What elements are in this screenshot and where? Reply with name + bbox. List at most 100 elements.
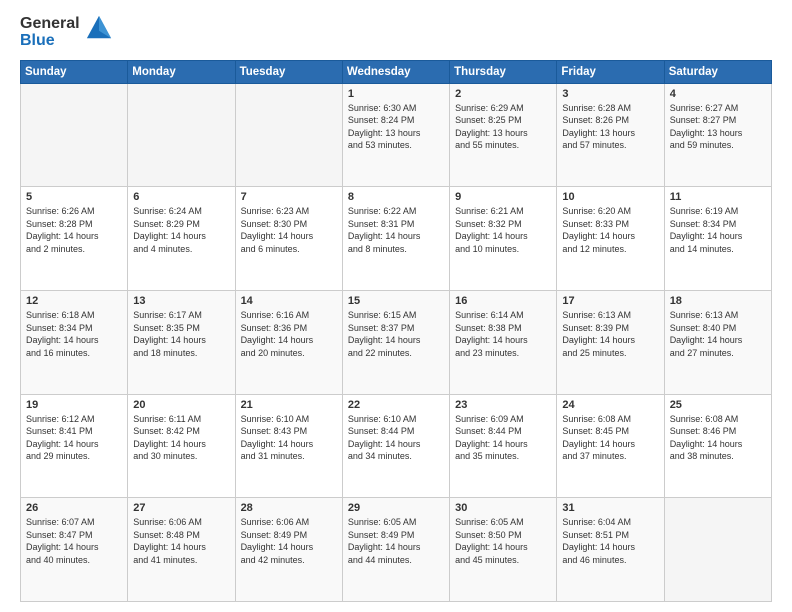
day-number: 12 (26, 295, 122, 307)
calendar-cell: 29 Sunrise: 6:05 AM Sunset: 8:49 PM Dayli… (342, 498, 449, 602)
calendar-cell: 24 Sunrise: 6:08 AM Sunset: 8:45 PM Dayli… (557, 394, 664, 498)
day-number: 2 (455, 88, 551, 100)
calendar-cell (235, 83, 342, 187)
day-number: 26 (26, 502, 122, 514)
calendar-cell (664, 498, 771, 602)
cell-info: Sunrise: 6:23 AM Sunset: 8:30 PM Dayligh… (241, 205, 337, 255)
day-number: 16 (455, 295, 551, 307)
calendar-cell: 28Sunrise: 6:06 AM Sunset: 8:49 PM Dayli… (235, 498, 342, 602)
day-number: 4 (670, 88, 766, 100)
day-number: 19 (26, 399, 122, 411)
day-number: 17 (562, 295, 658, 307)
cell-info: Sunrise: 6:10 AM Sunset: 8:43 PM Dayligh… (241, 413, 337, 463)
calendar-cell: 9Sunrise: 6:21 AM Sunset: 8:32 PM Daylig… (450, 187, 557, 291)
day-number: 23 (455, 399, 551, 411)
day-header-thursday: Thursday (450, 60, 557, 83)
calendar-cell: 3 Sunrise: 6:28 AM Sunset: 8:26 PM Daylig… (557, 83, 664, 187)
calendar-cell: 7 Sunrise: 6:23 AM Sunset: 8:30 PM Daylig… (235, 187, 342, 291)
calendar-week-3: 12 Sunrise: 6:18 AM Sunset: 8:34 PM Dayli… (21, 290, 772, 394)
day-number: 22 (348, 399, 444, 411)
calendar-cell: 25Sunrise: 6:08 AM Sunset: 8:46 PM Dayli… (664, 394, 771, 498)
day-number: 13 (133, 295, 229, 307)
cell-info: Sunrise: 6:10 AM Sunset: 8:44 PM Dayligh… (348, 413, 444, 463)
calendar-cell: 5Sunrise: 6:26 AM Sunset: 8:28 PM Daylig… (21, 187, 128, 291)
day-number: 20 (133, 399, 229, 411)
day-header-wednesday: Wednesday (342, 60, 449, 83)
calendar-cell: 27 Sunrise: 6:06 AM Sunset: 8:48 PM Dayli… (128, 498, 235, 602)
calendar-cell (21, 83, 128, 187)
calendar-cell: 11Sunrise: 6:19 AM Sunset: 8:34 PM Dayli… (664, 187, 771, 291)
cell-info: Sunrise: 6:14 AM Sunset: 8:38 PM Dayligh… (455, 309, 551, 359)
day-number: 11 (670, 191, 766, 203)
cell-info: Sunrise: 6:16 AM Sunset: 8:36 PM Dayligh… (241, 309, 337, 359)
calendar-cell: 23 Sunrise: 6:09 AM Sunset: 8:44 PM Dayli… (450, 394, 557, 498)
day-number: 30 (455, 502, 551, 514)
day-header-monday: Monday (128, 60, 235, 83)
header: General Blue (20, 16, 772, 50)
cell-info: Sunrise: 6:27 AM Sunset: 8:27 PM Dayligh… (670, 102, 766, 152)
day-header-friday: Friday (557, 60, 664, 83)
cell-info: Sunrise: 6:11 AM Sunset: 8:42 PM Dayligh… (133, 413, 229, 463)
day-number: 14 (241, 295, 337, 307)
calendar-cell: 26 Sunrise: 6:07 AM Sunset: 8:47 PM Dayli… (21, 498, 128, 602)
cell-info: Sunrise: 6:13 AM Sunset: 8:39 PM Dayligh… (562, 309, 658, 359)
cell-info: Sunrise: 6:30 AM Sunset: 8:24 PM Dayligh… (348, 102, 444, 152)
calendar-cell: 2 Sunrise: 6:29 AM Sunset: 8:25 PM Daylig… (450, 83, 557, 187)
calendar-cell: 10 Sunrise: 6:20 AM Sunset: 8:33 PM Dayli… (557, 187, 664, 291)
day-number: 6 (133, 191, 229, 203)
cell-info: Sunrise: 6:20 AM Sunset: 8:33 PM Dayligh… (562, 205, 658, 255)
calendar-cell: 31 Sunrise: 6:04 AM Sunset: 8:51 PM Dayli… (557, 498, 664, 602)
calendar-cell: 19 Sunrise: 6:12 AM Sunset: 8:41 PM Dayli… (21, 394, 128, 498)
day-number: 10 (562, 191, 658, 203)
calendar-cell: 30Sunrise: 6:05 AM Sunset: 8:50 PM Dayli… (450, 498, 557, 602)
day-number: 1 (348, 88, 444, 100)
day-number: 28 (241, 502, 337, 514)
calendar-cell (128, 83, 235, 187)
day-number: 31 (562, 502, 658, 514)
day-number: 8 (348, 191, 444, 203)
cell-info: Sunrise: 6:06 AM Sunset: 8:48 PM Dayligh… (133, 516, 229, 566)
cell-info: Sunrise: 6:13 AM Sunset: 8:40 PM Dayligh… (670, 309, 766, 359)
cell-info: Sunrise: 6:04 AM Sunset: 8:51 PM Dayligh… (562, 516, 658, 566)
day-number: 21 (241, 399, 337, 411)
calendar-table: SundayMondayTuesdayWednesdayThursdayFrid… (20, 60, 772, 602)
cell-info: Sunrise: 6:17 AM Sunset: 8:35 PM Dayligh… (133, 309, 229, 359)
cell-info: Sunrise: 6:18 AM Sunset: 8:34 PM Dayligh… (26, 309, 122, 359)
calendar-cell: 14 Sunrise: 6:16 AM Sunset: 8:36 PM Dayli… (235, 290, 342, 394)
day-number: 5 (26, 191, 122, 203)
cell-info: Sunrise: 6:08 AM Sunset: 8:45 PM Dayligh… (562, 413, 658, 463)
day-number: 7 (241, 191, 337, 203)
day-number: 25 (670, 399, 766, 411)
calendar-cell: 8 Sunrise: 6:22 AM Sunset: 8:31 PM Daylig… (342, 187, 449, 291)
cell-info: Sunrise: 6:22 AM Sunset: 8:31 PM Dayligh… (348, 205, 444, 255)
day-number: 27 (133, 502, 229, 514)
day-header-sunday: Sunday (21, 60, 128, 83)
day-header-saturday: Saturday (664, 60, 771, 83)
calendar-week-1: 1 Sunrise: 6:30 AM Sunset: 8:24 PM Daylig… (21, 83, 772, 187)
day-number: 24 (562, 399, 658, 411)
cell-info: Sunrise: 6:09 AM Sunset: 8:44 PM Dayligh… (455, 413, 551, 463)
calendar-body: 1 Sunrise: 6:30 AM Sunset: 8:24 PM Daylig… (21, 83, 772, 601)
calendar-cell: 15Sunrise: 6:15 AM Sunset: 8:37 PM Dayli… (342, 290, 449, 394)
calendar-cell: 22 Sunrise: 6:10 AM Sunset: 8:44 PM Dayli… (342, 394, 449, 498)
cell-info: Sunrise: 6:05 AM Sunset: 8:49 PM Dayligh… (348, 516, 444, 566)
day-number: 18 (670, 295, 766, 307)
day-number: 3 (562, 88, 658, 100)
logo-blue-line: Blue (20, 33, 80, 50)
logo-general-line: General (20, 16, 80, 33)
calendar-cell: 6 Sunrise: 6:24 AM Sunset: 8:29 PM Daylig… (128, 187, 235, 291)
cell-info: Sunrise: 6:24 AM Sunset: 8:29 PM Dayligh… (133, 205, 229, 255)
day-of-week-row: SundayMondayTuesdayWednesdayThursdayFrid… (21, 60, 772, 83)
calendar-week-2: 5Sunrise: 6:26 AM Sunset: 8:28 PM Daylig… (21, 187, 772, 291)
day-number: 29 (348, 502, 444, 514)
day-number: 9 (455, 191, 551, 203)
cell-info: Sunrise: 6:15 AM Sunset: 8:37 PM Dayligh… (348, 309, 444, 359)
cell-info: Sunrise: 6:29 AM Sunset: 8:25 PM Dayligh… (455, 102, 551, 152)
cell-info: Sunrise: 6:12 AM Sunset: 8:41 PM Dayligh… (26, 413, 122, 463)
cell-info: Sunrise: 6:07 AM Sunset: 8:47 PM Dayligh… (26, 516, 122, 566)
calendar-cell: 4 Sunrise: 6:27 AM Sunset: 8:27 PM Daylig… (664, 83, 771, 187)
cell-info: Sunrise: 6:28 AM Sunset: 8:26 PM Dayligh… (562, 102, 658, 152)
logo: General Blue (20, 16, 113, 50)
calendar-cell: 16 Sunrise: 6:14 AM Sunset: 8:38 PM Dayli… (450, 290, 557, 394)
page: General Blue SundayMondayTuesdayWednesda… (0, 0, 792, 612)
